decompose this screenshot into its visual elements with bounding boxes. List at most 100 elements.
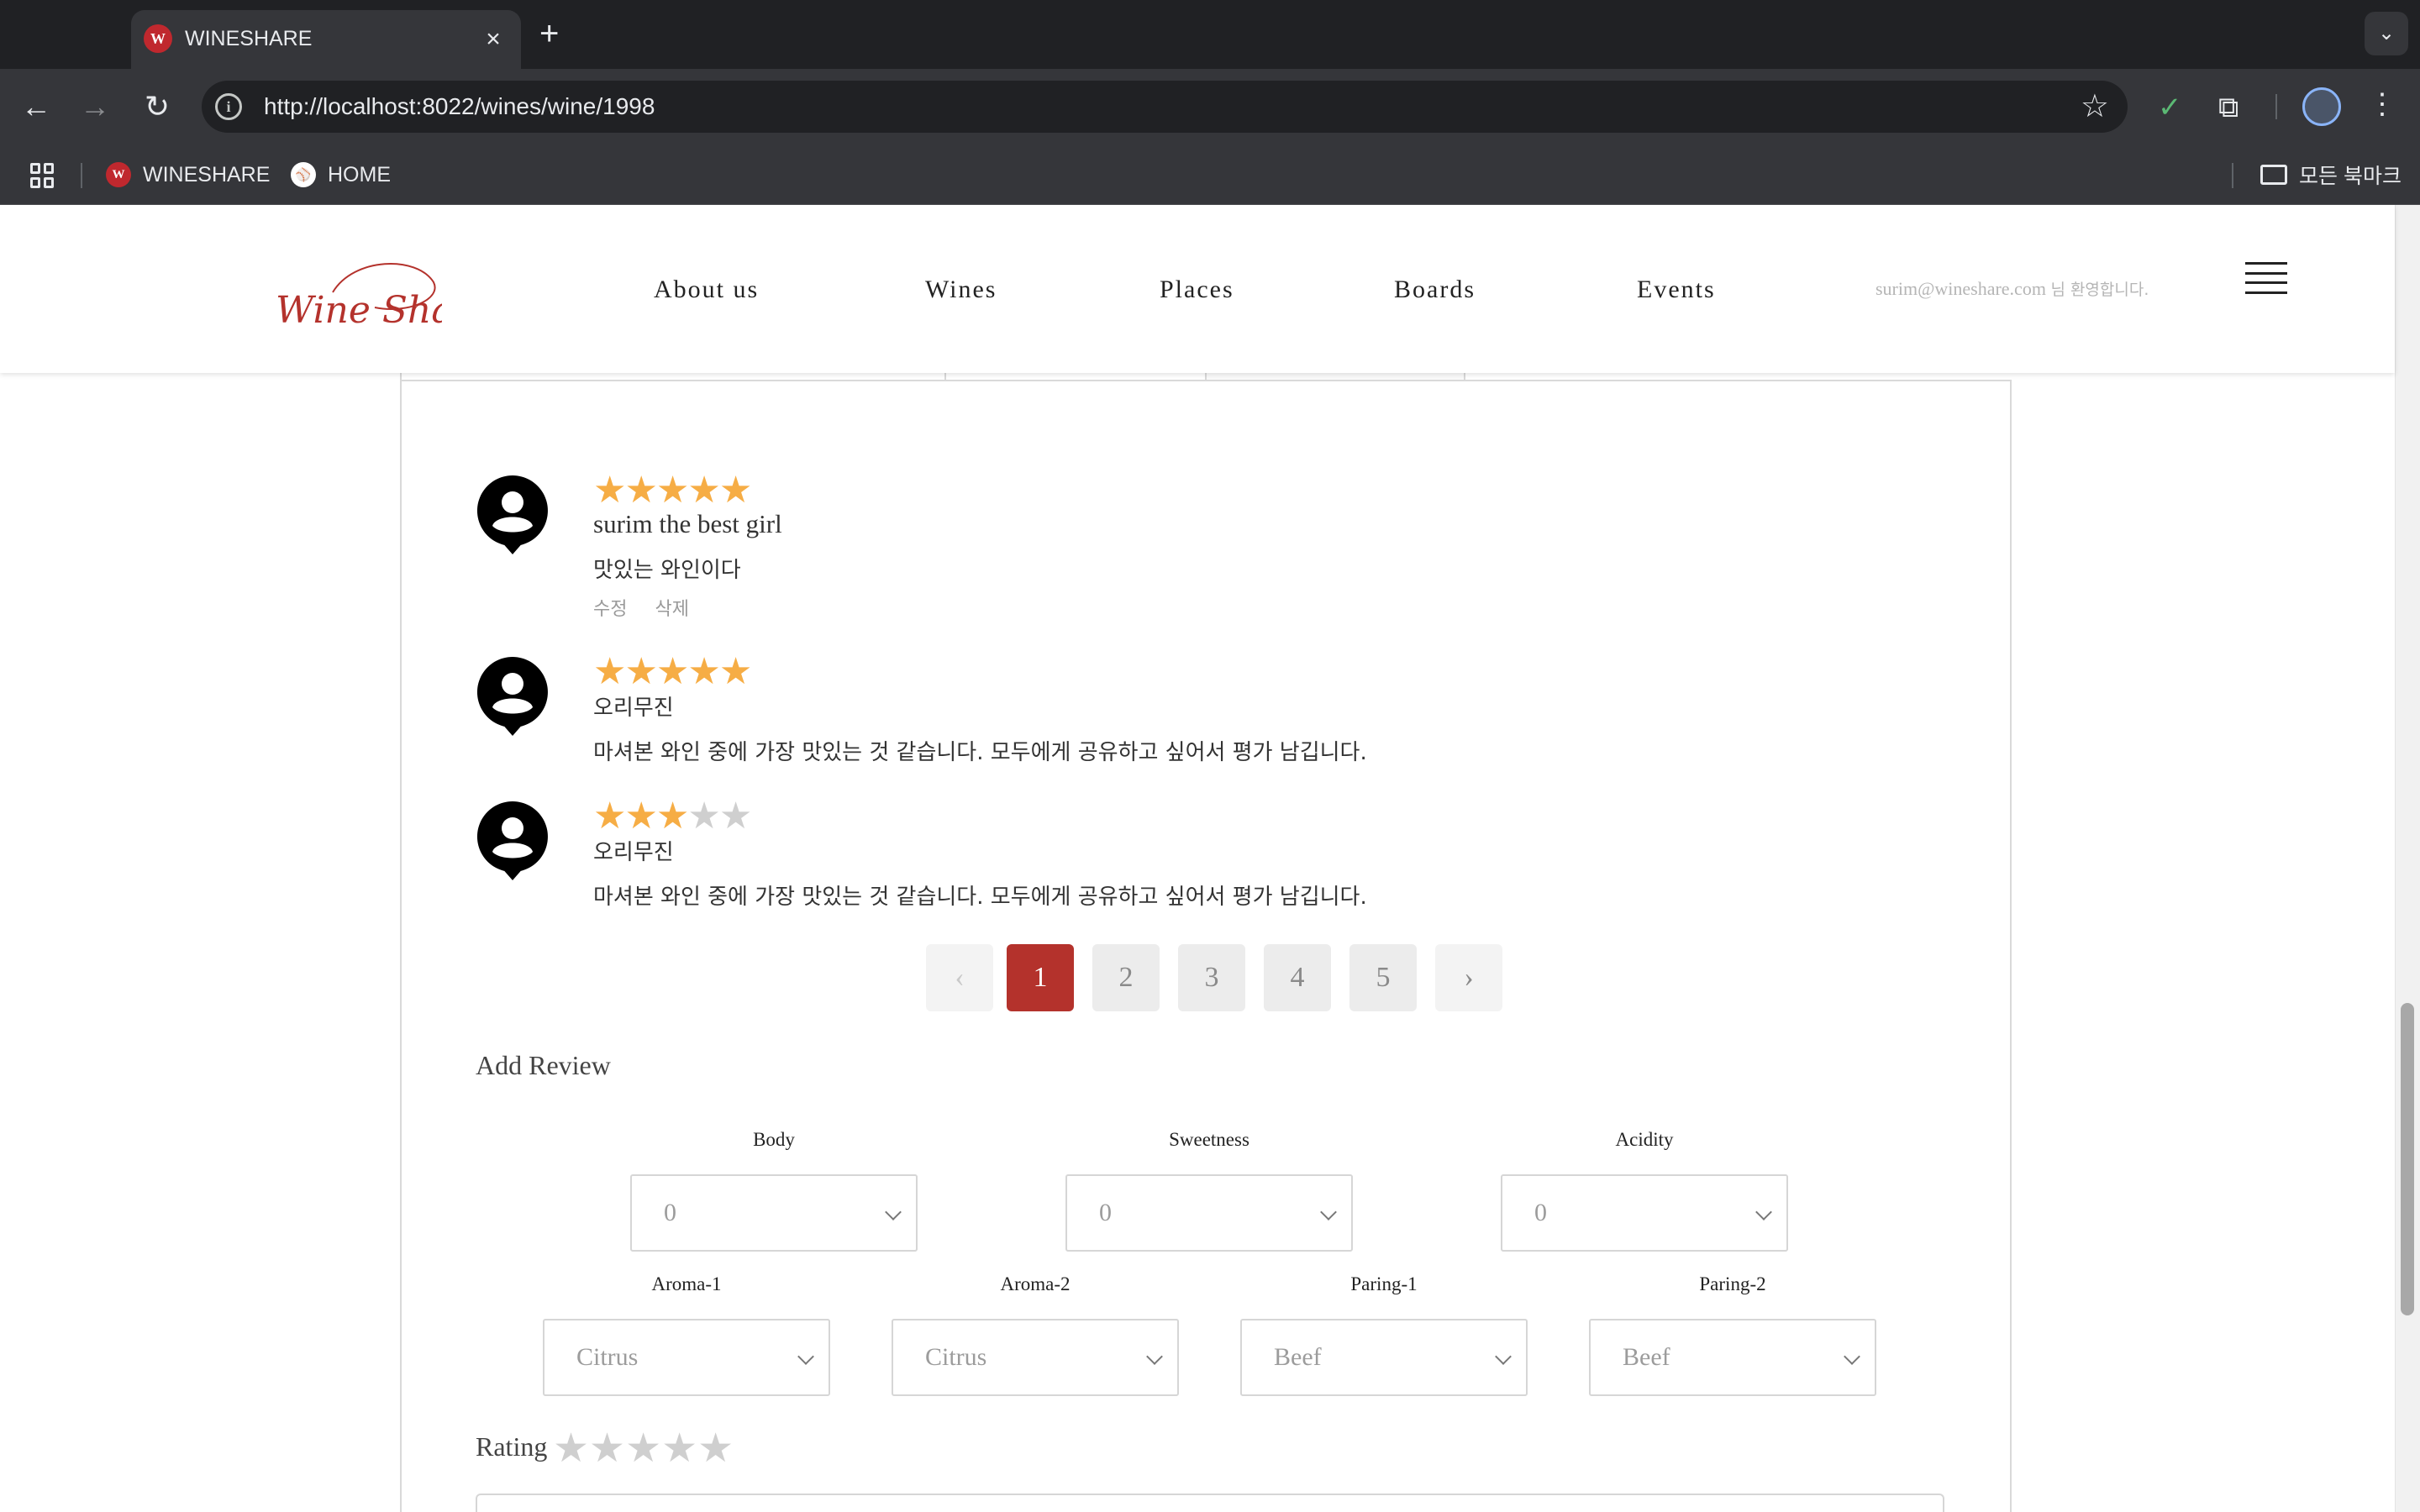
paring-2-value: Beef — [1623, 1343, 1670, 1371]
star-icon: ★ — [687, 470, 720, 511]
logo-text: Wine Share — [276, 289, 442, 332]
user-avatar-icon — [476, 475, 548, 554]
delete-review-link[interactable]: 삭제 — [655, 599, 688, 620]
acidity-label: Acidity — [1615, 1129, 1674, 1150]
body-select[interactable]: 0 — [630, 1174, 918, 1252]
sweetness-label: Sweetness — [1169, 1129, 1249, 1150]
aroma-1-select[interactable]: Citrus — [543, 1319, 830, 1396]
chevron-down-icon — [885, 1204, 902, 1221]
close-tab-icon[interactable]: × — [481, 27, 506, 52]
review-content: ★★★★★ 오리무진 마셔본 와인 중에 가장 맛있는 것 같습니다. 모두에게… — [593, 798, 1854, 911]
bookmarks-divider — [81, 163, 82, 188]
nav-boards[interactable]: Boards — [1394, 276, 1476, 304]
scrollbar-thumb[interactable] — [2401, 1003, 2414, 1315]
bookmark-label: WINESHARE — [143, 162, 271, 186]
welcome-message: surim@wineshare.com 님 환영합니다. — [1876, 277, 2149, 300]
wineshare-logo[interactable]: Wine Share — [274, 249, 442, 341]
bookmark-wineshare[interactable]: W WINESHARE — [106, 144, 270, 205]
extensions-puzzle-icon[interactable]: ⧉ — [2218, 91, 2238, 124]
review-content: ★★★★★ surim the best girl 맛있는 와인이다 수정 삭제 — [593, 472, 1854, 621]
browser-tab-strip: W WINESHARE × + ⌄ — [0, 0, 2420, 69]
body-label: Body — [753, 1129, 795, 1150]
rating-star-input[interactable]: ★★★★★ — [553, 1425, 734, 1472]
browser-tab[interactable]: W WINESHARE × — [131, 10, 521, 69]
review-rating-stars: ★★★★★ — [593, 472, 1854, 509]
aroma-2-select[interactable]: Citrus — [892, 1319, 1179, 1396]
rating-star-icon[interactable]: ★ — [553, 1426, 589, 1471]
body-value: 0 — [664, 1199, 676, 1226]
more-menu-icon[interactable]: ⋮ — [2368, 87, 2396, 121]
prev-page-button[interactable]: ‹ — [926, 944, 993, 1011]
hamburger-menu-icon[interactable] — [2245, 262, 2287, 294]
rating-star-icon[interactable]: ★ — [625, 1426, 661, 1471]
page-button-1[interactable]: 1 — [1007, 944, 1074, 1011]
all-bookmarks-label: 모든 북마크 — [2299, 165, 2402, 188]
page-button-3[interactable]: 3 — [1178, 944, 1245, 1011]
wineshare-favicon-icon: W — [144, 24, 172, 53]
add-review-title: Add Review — [476, 1050, 611, 1080]
bookmark-home[interactable]: ⚾ HOME — [291, 144, 391, 205]
forward-arrow-icon[interactable]: → — [77, 89, 113, 124]
nav-places[interactable]: Places — [1160, 276, 1234, 304]
rating-star-icon[interactable]: ★ — [589, 1426, 625, 1471]
star-icon: ★ — [593, 795, 626, 837]
acidity-select[interactable]: 0 — [1501, 1174, 1788, 1252]
tab-search-chevron-icon[interactable]: ⌄ — [2365, 12, 2408, 55]
page-button-2[interactable]: 2 — [1092, 944, 1160, 1011]
back-arrow-icon[interactable]: ← — [18, 89, 54, 124]
user-avatar-icon — [476, 801, 548, 880]
edit-review-link[interactable]: 수정 — [593, 599, 627, 620]
nav-about-us[interactable]: About us — [654, 276, 759, 304]
all-bookmarks-folder[interactable]: 모든 북마크 — [2260, 144, 2402, 205]
star-icon: ★ — [624, 651, 657, 692]
site-info-icon[interactable]: i — [215, 93, 242, 120]
toolbar-divider — [2275, 94, 2277, 119]
extension-check-icon[interactable]: ✓ — [2158, 91, 2182, 124]
reload-icon[interactable]: ↻ — [139, 89, 175, 124]
paring-1-value: Beef — [1274, 1343, 1322, 1371]
sweetness-select[interactable]: 0 — [1065, 1174, 1353, 1252]
url-text[interactable]: http://localhost:8022/wines/wine/1998 — [264, 81, 655, 133]
paring-2-select[interactable]: Beef — [1589, 1319, 1876, 1396]
browser-toolbar: ← → ↻ i http://localhost:8022/wines/wine… — [0, 69, 2420, 144]
new-tab-icon[interactable]: + — [539, 17, 559, 50]
tab-title: WINESHARE — [185, 27, 313, 50]
page-button-4[interactable]: 4 — [1264, 944, 1331, 1011]
paring-1-select[interactable]: Beef — [1240, 1319, 1528, 1396]
bookmark-label: HOME — [328, 162, 391, 186]
address-bar[interactable]: i http://localhost:8022/wines/wine/1998 … — [202, 81, 2128, 133]
rating-star-icon[interactable]: ★ — [661, 1426, 697, 1471]
review-rating-stars: ★★★★★ — [593, 654, 1854, 690]
star-icon: ★ — [718, 651, 752, 692]
star-icon: ★ — [593, 470, 626, 511]
reviewer-name: 오리무진 — [593, 840, 674, 865]
page-button-5[interactable]: 5 — [1349, 944, 1417, 1011]
star-icon: ★ — [655, 795, 689, 837]
site-header: Wine Share About us Wines Places Boards … — [0, 205, 2395, 373]
nav-events[interactable]: Events — [1637, 276, 1716, 304]
nav-wines[interactable]: Wines — [925, 276, 997, 304]
aroma-1-label: Aroma-1 — [651, 1273, 722, 1294]
apps-grid-icon[interactable] — [30, 163, 55, 188]
page-viewport: Wine Share About us Wines Places Boards … — [0, 205, 2420, 1512]
review-actions: 수정 삭제 — [593, 594, 1854, 621]
rating-label: Rating — [476, 1431, 548, 1462]
review-content: ★★★★★ 오리무진 마셔본 와인 중에 가장 맛있는 것 같습니다. 모두에게… — [593, 654, 1854, 766]
star-icon: ★ — [624, 795, 657, 837]
rating-star-icon[interactable]: ★ — [697, 1426, 734, 1471]
chevron-down-icon — [1495, 1348, 1512, 1365]
review-text: 마셔본 와인 중에 가장 맛있는 것 같습니다. 모두에게 공유하고 싶어서 평… — [593, 885, 1367, 910]
page-scrollbar[interactable] — [2395, 205, 2420, 1512]
aroma-2-label: Aroma-2 — [1000, 1273, 1071, 1294]
wineshare-favicon-icon: W — [106, 162, 131, 187]
star-icon: ★ — [655, 470, 689, 511]
user-avatar-icon — [476, 657, 548, 736]
bookmark-star-icon[interactable]: ☆ — [2081, 89, 2109, 124]
profile-avatar[interactable] — [2302, 87, 2341, 126]
review-rating-stars: ★★★★★ — [593, 798, 1854, 835]
star-icon: ★ — [718, 470, 752, 511]
review-textarea[interactable] — [476, 1494, 1944, 1512]
reviewer-name: 오리무진 — [593, 696, 674, 721]
aroma-1-value: Citrus — [576, 1343, 639, 1371]
next-page-button[interactable]: › — [1435, 944, 1502, 1011]
